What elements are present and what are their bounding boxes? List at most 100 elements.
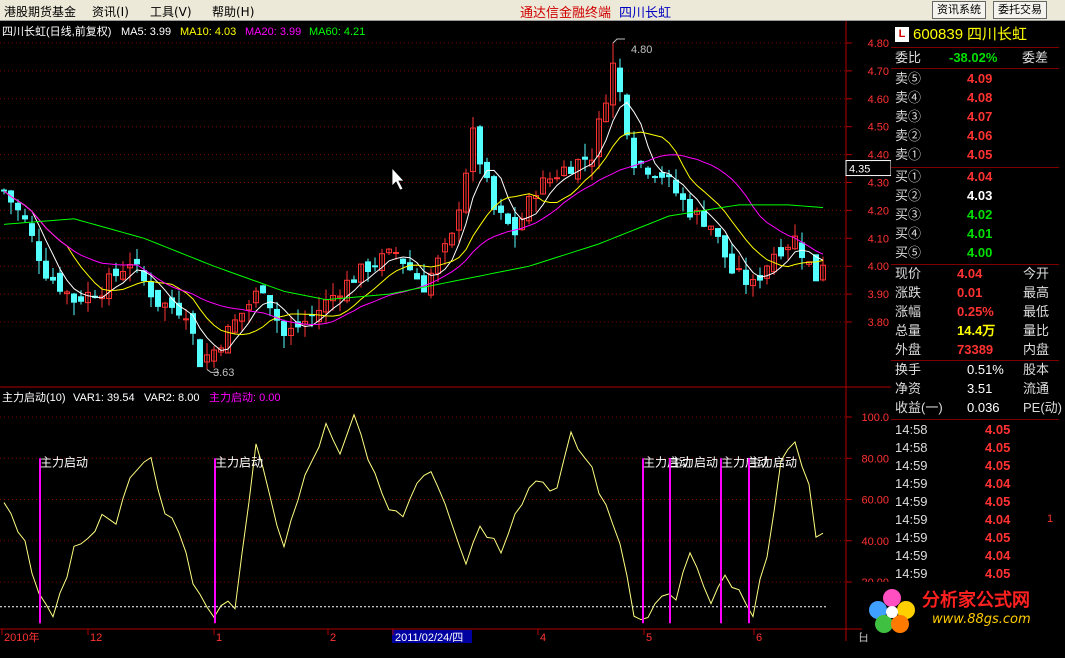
ma5-label: MA5: 3.99 xyxy=(121,26,171,38)
ma10-label: MA10: 4.03 xyxy=(180,26,236,38)
stat2-value: 0.51% xyxy=(967,362,1004,377)
tick-price: 4.05 xyxy=(985,458,1011,473)
candle-body xyxy=(512,217,518,236)
candle-body xyxy=(421,275,427,293)
signal-label: 主力启动 xyxy=(749,455,797,469)
ma20-label: MA20: 3.99 xyxy=(245,26,301,38)
tick-row: 14:59 4.05 xyxy=(895,457,1055,475)
candle-body xyxy=(645,167,651,175)
trade-button[interactable]: 委托交易 xyxy=(993,1,1047,19)
axes: 4.80 4.70 4.60 4.50 4.40 4.30 4.20 4.10 4.00 3.90… xyxy=(0,21,891,644)
tick-time: 14:58 xyxy=(895,422,928,437)
candle-body xyxy=(722,235,728,258)
watermark-url: www.88gs.com xyxy=(932,612,1031,627)
candle-body xyxy=(155,289,161,307)
menu-info[interactable]: 资讯(I) xyxy=(92,3,129,20)
price-tick-label: 3.90 xyxy=(868,289,889,301)
ask-price: 4.07 xyxy=(967,109,993,124)
stat-row: 涨跌 0.01 最高 xyxy=(895,284,1055,302)
info-system-button[interactable]: 资讯系统 xyxy=(932,1,986,19)
indicator-tick-label: 40.00 xyxy=(861,536,889,548)
stat-right-label: 量比 xyxy=(1023,323,1050,338)
tick-price: 4.05 xyxy=(985,530,1011,545)
stat-value: 4.04 xyxy=(957,266,983,281)
stat2-label: 净资 xyxy=(895,381,922,396)
menu-hk-futures[interactable]: 港股期货基金 xyxy=(4,3,76,20)
candle-body xyxy=(505,213,511,224)
ma5-line xyxy=(3,101,824,352)
weibi-value: -38.02% xyxy=(949,50,998,65)
tick-time: 14:59 xyxy=(895,548,928,563)
ask-row: 卖① 4.05 xyxy=(895,146,1055,164)
candle-body xyxy=(778,247,784,257)
ask-label: 卖⑤ xyxy=(895,71,922,86)
watermark-logo: 分析家公式网 www.88gs.com xyxy=(862,582,1062,634)
candle-body xyxy=(260,285,266,294)
candle-body xyxy=(15,202,21,211)
stat2-right-label: 流通 xyxy=(1023,381,1050,396)
bid-row: 买⑤ 4.00 xyxy=(895,244,1055,262)
chart-area[interactable]: 主力启动 主力启动 主力启动主力启动 主力启动主力启动 4.804.704.604.5… xyxy=(0,21,891,658)
var1-label: VAR1: 39.54 xyxy=(73,392,135,404)
price-tick-label: 4.70 xyxy=(868,66,889,78)
candle-body xyxy=(554,177,560,180)
kchart-header-name: 四川长虹(日线,前复权) xyxy=(2,24,111,38)
candle-body xyxy=(22,215,28,220)
candle-body xyxy=(582,156,588,160)
ask-label: 卖④ xyxy=(895,90,922,105)
candle-body xyxy=(281,320,287,336)
bid-row: 买③ 4.02 xyxy=(895,206,1055,224)
stat2-row: 净资 3.51 流通 xyxy=(895,380,1055,398)
menu-help[interactable]: 帮助(H) xyxy=(212,3,254,20)
menu-tools[interactable]: 工具(V) xyxy=(150,3,192,20)
bid-price: 4.03 xyxy=(967,188,993,203)
stat-value: 14.4万 xyxy=(957,323,996,338)
tick-price: 4.05 xyxy=(985,422,1011,437)
candle-body xyxy=(50,276,56,281)
candle-body xyxy=(729,253,735,274)
ask-row: 卖④ 4.08 xyxy=(895,89,1055,107)
ask-label: 卖① xyxy=(895,147,922,162)
candle-body xyxy=(197,339,203,368)
candle-body xyxy=(687,198,693,218)
candle-body xyxy=(29,223,35,236)
tick-time: 14:59 xyxy=(895,458,928,473)
tick-price: 4.04 xyxy=(985,548,1011,563)
candle-body xyxy=(372,265,378,268)
signal-value-label: 主力启动: 0.00 xyxy=(209,391,281,404)
candle-body xyxy=(414,273,420,280)
candle-body xyxy=(477,126,483,165)
candle-body xyxy=(484,161,490,179)
stock-code: 600839 xyxy=(913,26,964,43)
watermark-text: 分析家公式网 xyxy=(922,590,1030,611)
divider xyxy=(891,68,1059,69)
stat2-value: 3.51 xyxy=(967,381,993,396)
x-axis-label: 6 xyxy=(756,632,762,644)
indicator-tick-label: 60.00 xyxy=(861,495,889,507)
quote-panel: L 600839 四川长虹 委比 -38.02% 委差 卖⑤ 4.09 卖④ 4.08… xyxy=(891,21,1062,658)
stat2-right-label: 股本 xyxy=(1023,362,1050,377)
tick-time: 14:59 xyxy=(895,476,928,491)
indicator-lines: 主力启动 主力启动 主力启动主力启动 主力启动主力启动 xyxy=(0,413,828,624)
x-axis-label: 5 xyxy=(646,632,652,644)
app-title-stock: 四川长虹 xyxy=(619,6,672,21)
price-tick-label: 4.10 xyxy=(868,233,889,245)
price-tick-label: 3.80 xyxy=(868,317,889,329)
x-axis-label: 2 xyxy=(330,632,336,644)
ask-row: 卖⑤ 4.09 xyxy=(895,70,1055,88)
stat-row: 总量 14.4万 量比 xyxy=(895,322,1055,340)
tick-row: 14:58 4.05 xyxy=(895,439,1055,457)
signal-label: 主力启动 xyxy=(670,455,718,469)
bid-row: 买④ 4.01 xyxy=(895,225,1055,243)
app-title-main: 通达信金融终端 xyxy=(520,6,612,21)
weibi-row: 委比 -38.02% 委差 xyxy=(895,49,1055,67)
candle-body xyxy=(736,268,742,271)
price-tick-label: 4.80 xyxy=(868,38,889,50)
stat-value: 0.01 xyxy=(957,285,983,300)
var1-line xyxy=(3,413,824,621)
ma60-label: MA60: 4.21 xyxy=(309,26,365,38)
tick-price: 4.04 xyxy=(985,476,1011,491)
candle-body xyxy=(1,189,7,192)
stat2-value: 0.036 xyxy=(967,400,1000,415)
candle-body xyxy=(673,179,679,194)
